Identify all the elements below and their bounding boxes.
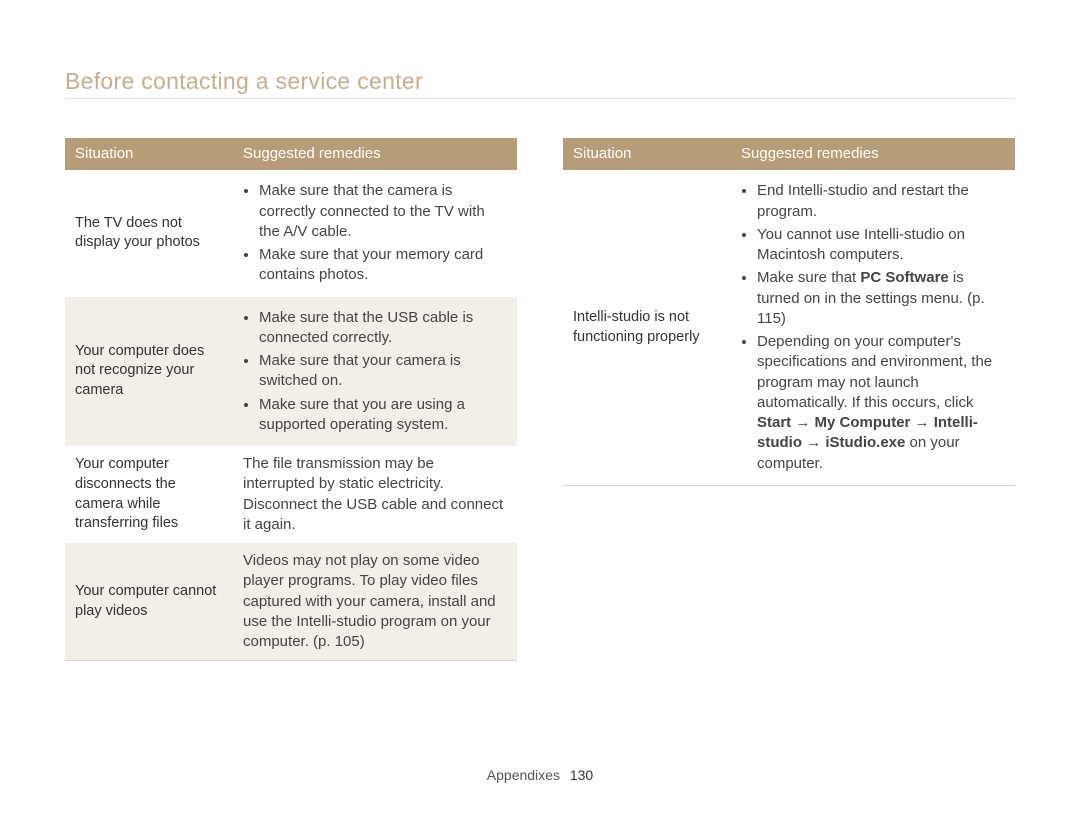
page: Before contacting a service center Situa… [0, 0, 1080, 815]
col-header-remedies: Suggested remedies [233, 138, 517, 170]
remedy-text: Make sure that your memory card contains… [259, 246, 483, 283]
remedy-list: Make sure that the USB cable is connecte… [243, 308, 507, 436]
troubleshooting-table-left: Situation Suggested remedies The TV does… [65, 138, 517, 661]
page-title: Before contacting a service center [65, 68, 423, 95]
remedy-item: Make sure that the camera is correctly c… [259, 181, 507, 242]
title-underline [65, 98, 1015, 99]
table-header-row: Situation Suggested remedies [65, 138, 517, 170]
remedy-text: Videos may not play on some video player… [243, 552, 496, 650]
remedy-text: Depending on your computer's specificati… [757, 333, 992, 472]
remedy-cell: The file transmission may be interrupted… [233, 446, 517, 543]
footer-section: Appendixes [487, 767, 560, 783]
remedy-text: Make sure that the camera is correctly c… [259, 182, 485, 240]
remedy-text: End Intelli-studio and restart the progr… [757, 182, 969, 219]
situation-cell: The TV does not display your photos [65, 170, 233, 296]
table-row: Your computer disconnects the camera whi… [65, 446, 517, 543]
remedy-list: End Intelli-studio and restart the progr… [741, 181, 1005, 474]
remedy-item: Make sure that your memory card contains… [259, 245, 507, 286]
troubleshooting-table-right: Situation Suggested remedies Intelli-stu… [563, 138, 1015, 486]
remedy-item: You cannot use Intelli-studio on Macinto… [757, 225, 1005, 266]
footer-page-number: 130 [570, 767, 593, 783]
table-row: Intelli-studio is not functioning proper… [563, 170, 1015, 485]
table-row: Your computer cannot play videosVideos m… [65, 543, 517, 661]
remedy-list: Make sure that the camera is correctly c… [243, 181, 507, 285]
situation-cell: Your computer cannot play videos [65, 543, 233, 661]
remedy-text: The file transmission may be interrupted… [243, 455, 503, 533]
table-header-row: Situation Suggested remedies [563, 138, 1015, 170]
remedy-text: Make sure that the USB cable is connecte… [259, 309, 473, 346]
page-footer: Appendixes 130 [0, 767, 1080, 783]
situation-cell: Intelli-studio is not functioning proper… [563, 170, 731, 485]
remedy-item: Make sure that the USB cable is connecte… [259, 308, 507, 349]
remedy-cell: End Intelli-studio and restart the progr… [731, 170, 1015, 485]
remedy-item: Make sure that your camera is switched o… [259, 351, 507, 392]
remedy-text: Make sure that your camera is switched o… [259, 352, 461, 389]
left-column: Situation Suggested remedies The TV does… [65, 138, 517, 661]
remedy-cell: Videos may not play on some video player… [233, 543, 517, 661]
col-header-remedies: Suggested remedies [731, 138, 1015, 170]
remedy-text: Make sure that PC Software is turned on … [757, 269, 985, 327]
remedy-item: Make sure that PC Software is turned on … [757, 268, 1005, 329]
remedy-item: Depending on your computer's specificati… [757, 332, 1005, 474]
remedy-cell: Make sure that the camera is correctly c… [233, 170, 517, 296]
remedy-text: Make sure that you are using a supported… [259, 396, 465, 433]
columns: Situation Suggested remedies The TV does… [65, 138, 1015, 661]
col-header-situation: Situation [563, 138, 731, 170]
remedy-item: Make sure that you are using a supported… [259, 395, 507, 436]
remedy-text: You cannot use Intelli-studio on Macinto… [757, 226, 965, 263]
remedy-cell: Make sure that the USB cable is connecte… [233, 297, 517, 447]
situation-cell: Your computer does not recognize your ca… [65, 297, 233, 447]
right-column: Situation Suggested remedies Intelli-stu… [563, 138, 1015, 661]
table-row: Your computer does not recognize your ca… [65, 297, 517, 447]
table-row: The TV does not display your photos Make … [65, 170, 517, 296]
remedy-item: End Intelli-studio and restart the progr… [757, 181, 1005, 222]
col-header-situation: Situation [65, 138, 233, 170]
situation-cell: Your computer disconnects the camera whi… [65, 446, 233, 543]
